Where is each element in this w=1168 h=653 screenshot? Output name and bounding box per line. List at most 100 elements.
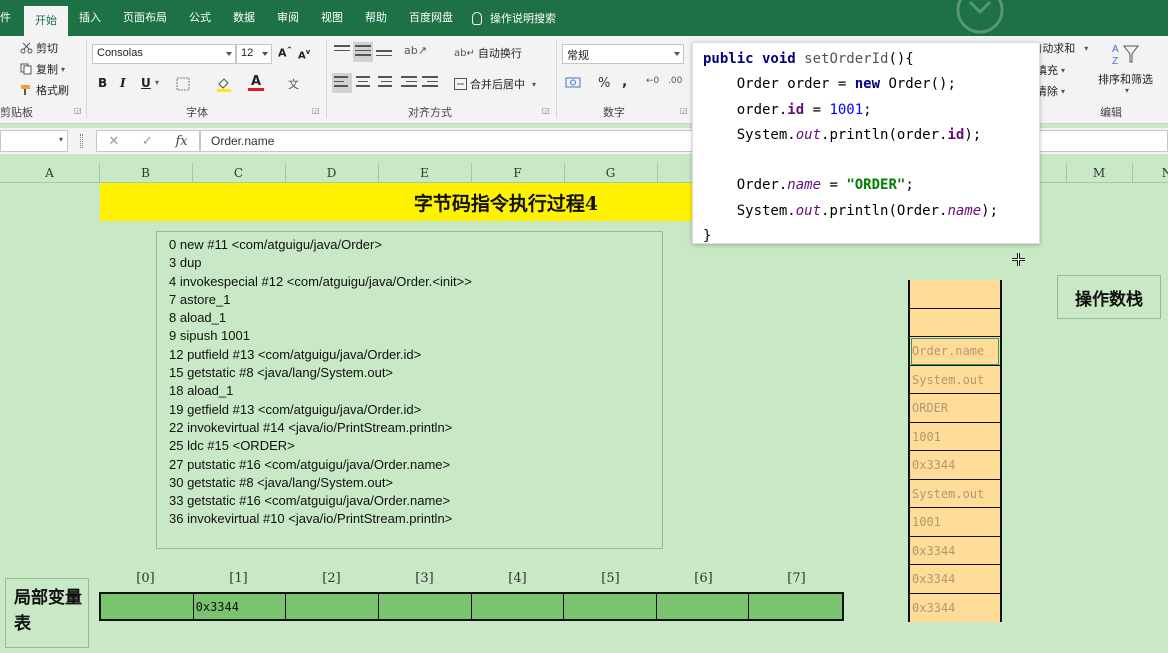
instruction-line: 18 aload_1 [169,383,234,399]
format-painter-button[interactable]: 格式刷 [20,82,69,98]
stack-cell[interactable]: 0x3344 [910,536,1000,565]
orientation-icon[interactable]: ab↗ [404,44,427,57]
name-box-dropdown-icon[interactable]: ▾ [59,135,63,144]
column-m-header[interactable]: M [1066,166,1132,180]
column-c-header[interactable]: C [192,166,285,180]
sort-filter-dropdown-icon[interactable]: ▾ [1125,86,1129,95]
local-var-cell[interactable] [471,594,565,619]
sort-filter-label[interactable]: 排序和筛选 [1098,71,1153,87]
grow-font-icon[interactable]: A^ [278,46,292,60]
number-format-combo[interactable]: 常规 [562,44,684,64]
underline-dropdown-icon[interactable]: ▾ [155,78,159,87]
divider [326,40,327,118]
wrap-text-label: 自动换行 [477,47,522,60]
tab-baidu-netdisk[interactable]: 百度网盘 [398,0,464,36]
instruction-line: 19 getfield #13 <com/atguigu/java/Order.… [169,401,422,417]
column-n-header[interactable]: N [1132,166,1168,180]
cut-button[interactable]: 剪切 [20,40,58,56]
tab-file[interactable]: 件 [0,0,24,36]
font-launcher-icon[interactable]: ◲ [312,106,320,115]
tab-review[interactable]: 审阅 [266,0,310,36]
borders-icon[interactable] [176,77,190,91]
local-var-cell[interactable] [656,594,750,619]
alignment-launcher-icon[interactable]: ◲ [542,106,550,115]
increase-indent-icon[interactable] [420,73,440,93]
column-a-header[interactable]: A [0,166,99,180]
merge-center-button[interactable]: 合并后居中 ▾ [454,76,536,92]
decrease-decimal-icon[interactable]: .00 [668,76,682,86]
local-var-cell[interactable] [378,594,472,619]
percent-button[interactable]: % [598,76,610,91]
underline-button[interactable]: U [141,76,151,90]
stack-cell[interactable]: System.out [910,479,1000,508]
column-e-header[interactable]: E [378,166,471,180]
comma-button[interactable]: , [622,74,627,90]
local-var-cell[interactable] [564,594,657,619]
fill-button[interactable]: 填充 ▾ [1036,62,1065,78]
resize-handle[interactable] [80,134,83,148]
sort-filter-icon[interactable]: AZ [1110,40,1144,68]
tab-view[interactable]: 视图 [310,0,354,36]
divider [556,40,557,118]
stack-cell[interactable]: ORDER [910,394,1000,423]
currency-icon[interactable] [565,76,581,90]
column-b-header[interactable]: B [99,166,192,180]
local-var-cell[interactable]: 0x3344 [193,594,287,619]
copy-button[interactable]: 复制 ▾ [20,61,65,77]
shrink-font-icon[interactable]: Av [298,48,310,61]
tab-home[interactable]: 开始 [24,6,68,36]
column-d-header[interactable]: D [285,166,378,180]
column-g-header[interactable]: G [564,166,657,180]
local-var-index: [2] [322,571,341,586]
instruction-line: 33 getstatic #16 <com/atguigu/java/Order… [169,493,451,509]
align-top-icon[interactable] [332,42,352,62]
number-launcher-icon[interactable]: ◲ [680,106,688,115]
tab-page-layout[interactable]: 页面布局 [112,0,178,36]
tell-me-search[interactable]: 操作说明搜索 [472,10,556,26]
decrease-indent-icon[interactable] [399,73,419,93]
stack-cell[interactable]: 1001 [910,422,1000,451]
local-var-cell[interactable] [101,594,194,619]
column-f-header[interactable]: F [471,166,564,180]
stack-cell-selected[interactable]: Order.name [910,337,1000,366]
code-token: ); [964,126,982,143]
phonetic-icon[interactable]: 文 [288,76,299,92]
font-size-combo[interactable]: 12 [236,44,272,64]
align-bottom-icon[interactable] [374,42,394,62]
stack-cell[interactable] [910,308,1000,337]
cancel-icon[interactable]: ✕ [108,134,119,149]
code-token: name [787,177,822,194]
stack-cell[interactable]: System.out [910,365,1000,394]
stack-cell[interactable]: 1001 [910,508,1000,537]
stack-cell[interactable]: 0x3344 [910,565,1000,594]
stack-cell[interactable] [910,280,1000,309]
font-name-combo[interactable]: Consolas [92,44,236,64]
align-left-icon[interactable] [332,73,352,93]
italic-button[interactable]: I [120,76,126,90]
increase-decimal-icon[interactable]: ←0 [646,76,659,86]
align-center-icon[interactable] [353,73,373,93]
align-right-icon[interactable] [374,73,394,93]
local-var-cell[interactable] [749,594,842,619]
clipboard-launcher-icon[interactable]: ◲ [74,106,82,115]
instruction-line: 22 invokevirtual #14 <java/io/PrintStrea… [169,419,453,435]
wrap-text-button[interactable]: ab↵ 自动换行 [454,45,522,61]
paintbrush-icon [21,85,30,95]
clear-button[interactable]: 清除 ▾ [1036,83,1065,99]
insert-function-icon[interactable]: fx [175,134,187,149]
font-color-icon[interactable]: A [248,74,264,91]
lightbulb-icon [472,11,482,25]
local-var-cell[interactable] [286,594,379,619]
stack-cell[interactable]: 0x3344 [910,451,1000,480]
fill-color-icon[interactable] [216,76,232,92]
align-middle-icon[interactable] [353,42,373,62]
tab-formulas[interactable]: 公式 [178,0,222,36]
tab-help[interactable]: 帮助 [354,0,398,36]
code-token: out [795,126,822,143]
tab-data[interactable]: 数据 [222,0,266,36]
confirm-icon[interactable]: ✓ [142,134,153,149]
tab-insert[interactable]: 插入 [68,0,112,36]
stack-cell[interactable]: 0x3344 [910,593,1000,622]
bold-button[interactable]: B [98,76,107,90]
name-box[interactable]: ▾ [0,130,68,152]
